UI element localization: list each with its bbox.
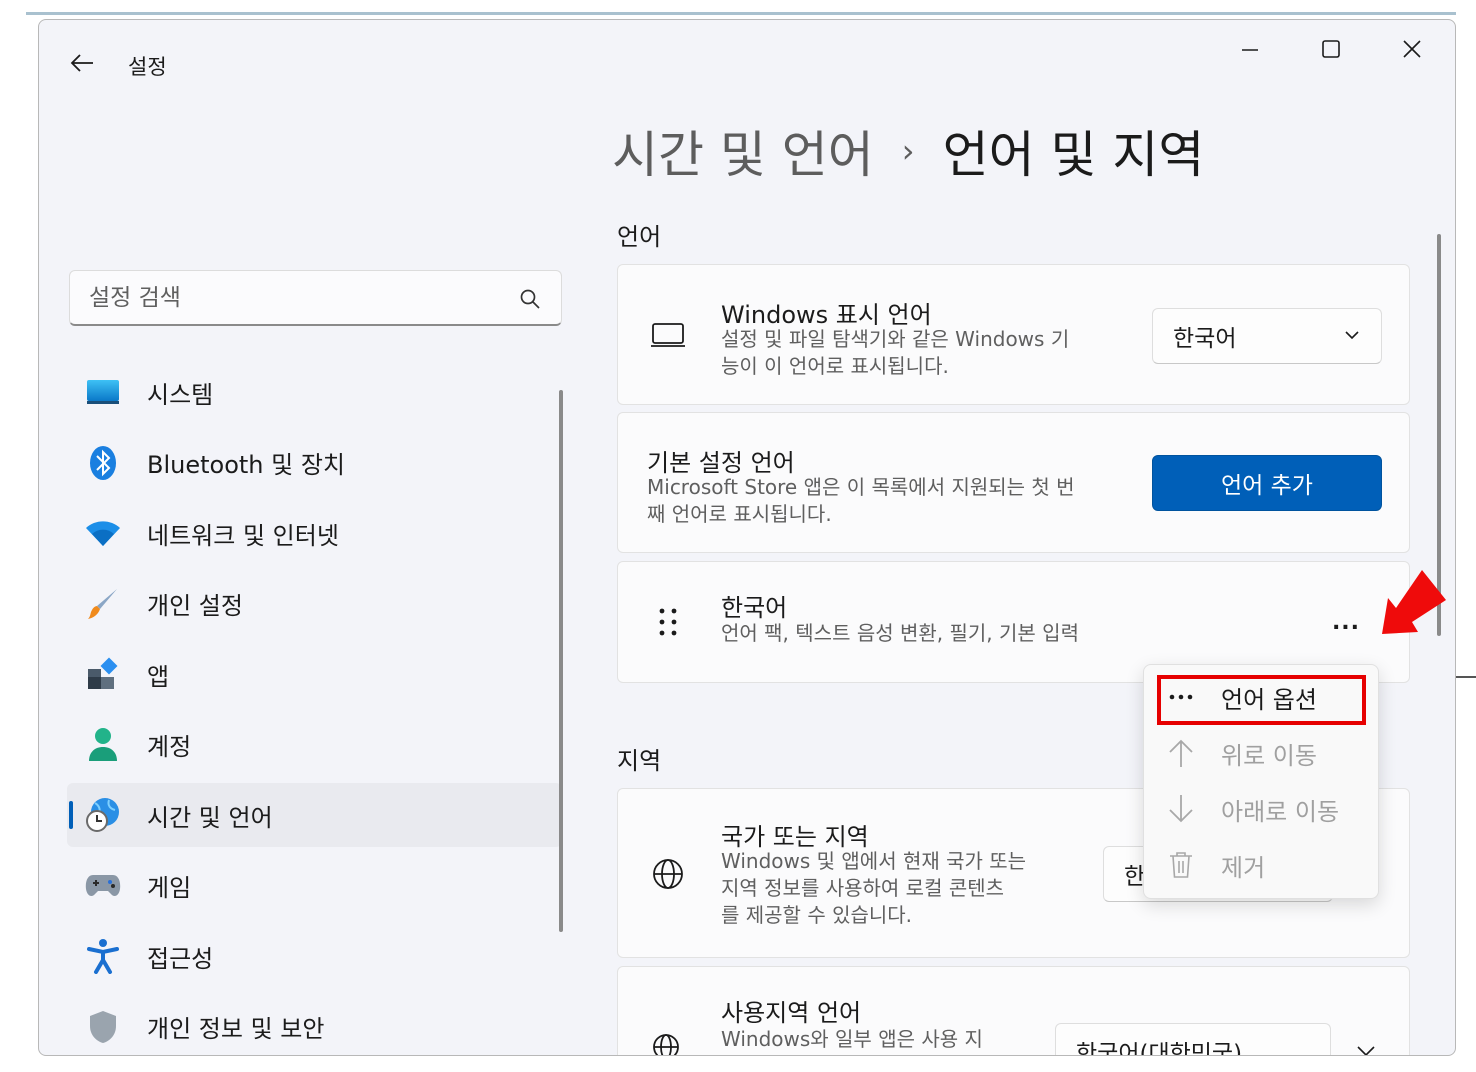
display-language-desc-line1: 설정 및 파일 탐색기와 같은 Windows 기 [721,327,1070,351]
red-arrow-annotation-icon [1382,570,1446,634]
drag-handle-icon[interactable] [648,602,688,642]
display-language-title: Windows 표시 언어 [721,301,932,329]
region-section-title: 지역 [617,747,662,775]
brush-icon [85,586,121,622]
arrow-down-icon [1166,794,1196,824]
back-button[interactable] [67,50,97,76]
sidebar-item-time-language[interactable]: 시간 및 언어 [67,783,562,847]
maximize-button[interactable] [1308,34,1354,64]
accessibility-icon [85,938,121,974]
wifi-icon [85,515,121,551]
minimize-icon [1242,49,1258,51]
country-region-desc-line3: 를 제공할 수 있습니다. [721,903,913,927]
regional-format-card: 사용지역 언어 Windows와 일부 앱은 사용 지 한국어(대한민국) [617,966,1410,1056]
monitor-icon [85,374,121,410]
sidebar-item-system[interactable]: 시스템 [67,360,562,424]
display-language-desc-line2: 능이 이 언어로 표시됩니다. [721,354,949,378]
trash-icon [1166,850,1196,880]
selected-indicator [69,801,73,829]
shield-icon [85,1009,121,1045]
regional-format-desc: Windows와 일부 앱은 사용 지 [721,1027,983,1051]
preferred-language-desc-line1: Microsoft Store 앱은 이 목록에서 지원되는 첫 번 [647,475,1075,499]
country-region-desc: Windows 및 앱에서 현재 국가 또는 지역 정보를 사용하여 로컬 콘텐… [721,848,1026,929]
arrow-up-icon [1166,738,1196,768]
display-language-desc: 설정 및 파일 탐색기와 같은 Windows 기 능이 이 언어로 표시됩니다… [721,326,1069,380]
sidebar-item-accounts[interactable]: 계정 [67,713,562,777]
preferred-language-desc-line2: 째 언어로 표시됩니다. [647,502,832,526]
menu-item-move-up[interactable]: 위로 이동 [1158,731,1364,775]
sidebar-nav: 시스템 Bluetooth 및 장치 네트워크 및 인터넷 개인 설정 앱 계정… [67,360,562,1056]
sidebar-item-label: 개인 설정 [147,592,243,620]
gamepad-icon [85,868,121,904]
country-region-desc-line1: Windows 및 앱에서 현재 국가 또는 [721,849,1027,873]
regional-format-dropdown[interactable]: 한국어(대한민국) [1055,1023,1331,1056]
breadcrumb-separator-icon: › [901,132,915,170]
globe-language-icon [648,1029,688,1055]
sidebar-item-label: 게임 [147,874,192,902]
close-icon [1403,40,1421,58]
apps-icon [85,656,121,692]
country-region-desc-line2: 지역 정보를 사용하여 로컬 콘텐츠 [721,876,1005,900]
page-title: 언어 및 지역 [942,126,1205,184]
chevron-down-icon[interactable] [1357,1045,1375,1056]
settings-window: 설정 시스템 Bluetooth 및 장치 네트워크 및 인 [38,19,1456,1056]
sidebar-item-label: 시간 및 언어 [147,803,273,832]
sidebar-item-label: 시스템 [147,380,214,409]
breadcrumb-parent[interactable]: 시간 및 언어 [612,115,874,187]
sidebar-item-label: 계정 [147,733,192,761]
sidebar-item-label: 앱 [147,662,170,691]
sidebar-item-apps[interactable]: 앱 [67,642,562,706]
background-window-edge [26,12,1456,15]
preferred-language-desc: Microsoft Store 앱은 이 목록에서 지원되는 첫 번 째 언어로… [647,474,1075,528]
search-box[interactable] [69,270,562,326]
bluetooth-icon [85,445,121,481]
minimize-button[interactable] [1227,34,1273,64]
globe-clock-icon [85,797,121,833]
more-options-button[interactable]: ... [1326,602,1366,642]
breadcrumb: 시간 및 언어 › 언어 및 지역 [612,115,1204,187]
sidebar-item-network[interactable]: 네트워크 및 인터넷 [67,501,562,565]
maximize-icon [1322,40,1340,58]
regional-format-title: 사용지역 언어 [721,999,862,1027]
sidebar-item-bluetooth[interactable]: Bluetooth 및 장치 [67,431,562,495]
country-region-value: 한 [1124,864,1146,890]
add-language-button[interactable]: 언어 추가 [1152,455,1382,511]
sidebar-item-privacy[interactable]: 개인 정보 및 보안 [67,995,562,1056]
sidebar-item-accessibility[interactable]: 접근성 [67,924,562,988]
display-language-card: Windows 표시 언어 설정 및 파일 탐색기와 같은 Windows 기 … [617,264,1410,405]
korean-language-desc: 언어 팩, 텍스트 음성 변환, 필기, 기본 입력 [721,621,1079,645]
menu-item-label: 위로 이동 [1221,741,1317,770]
country-region-title: 국가 또는 지역 [721,823,869,851]
menu-item-label: 아래로 이동 [1221,797,1340,826]
globe-icon [648,854,688,894]
menu-item-remove[interactable]: 제거 [1158,843,1364,887]
highlight-annotation-box [1157,675,1366,725]
app-title: 설정 [128,55,167,79]
display-language-dropdown[interactable]: 한국어 [1152,308,1382,364]
chevron-down-icon [1345,331,1359,340]
search-icon[interactable] [519,288,541,310]
background-line [1456,676,1476,678]
menu-item-label: 제거 [1221,853,1266,882]
arrow-left-icon [70,54,93,72]
sidebar-item-gaming[interactable]: 게임 [67,854,562,918]
regional-format-value: 한국어(대한민국) [1076,1041,1243,1056]
search-input[interactable] [70,271,510,324]
sidebar-item-label: 개인 정보 및 보안 [147,1015,325,1043]
close-button[interactable] [1389,34,1435,64]
language-section-title: 언어 [617,223,662,251]
sidebar-scrollbar[interactable] [559,390,563,932]
sidebar-item-personalization[interactable]: 개인 설정 [67,572,562,636]
sidebar-item-label: 접근성 [147,944,214,973]
preferred-language-card: 기본 설정 언어 Microsoft Store 앱은 이 목록에서 지원되는 … [617,412,1410,553]
korean-language-title: 한국어 [721,594,788,622]
display-language-value: 한국어 [1173,326,1237,352]
laptop-icon [648,315,688,355]
menu-item-move-down[interactable]: 아래로 이동 [1158,787,1364,831]
preferred-language-title: 기본 설정 언어 [647,449,795,477]
sidebar-item-label: Bluetooth 및 장치 [147,451,346,479]
person-icon [85,727,121,763]
sidebar-item-label: 네트워크 및 인터넷 [147,521,339,550]
